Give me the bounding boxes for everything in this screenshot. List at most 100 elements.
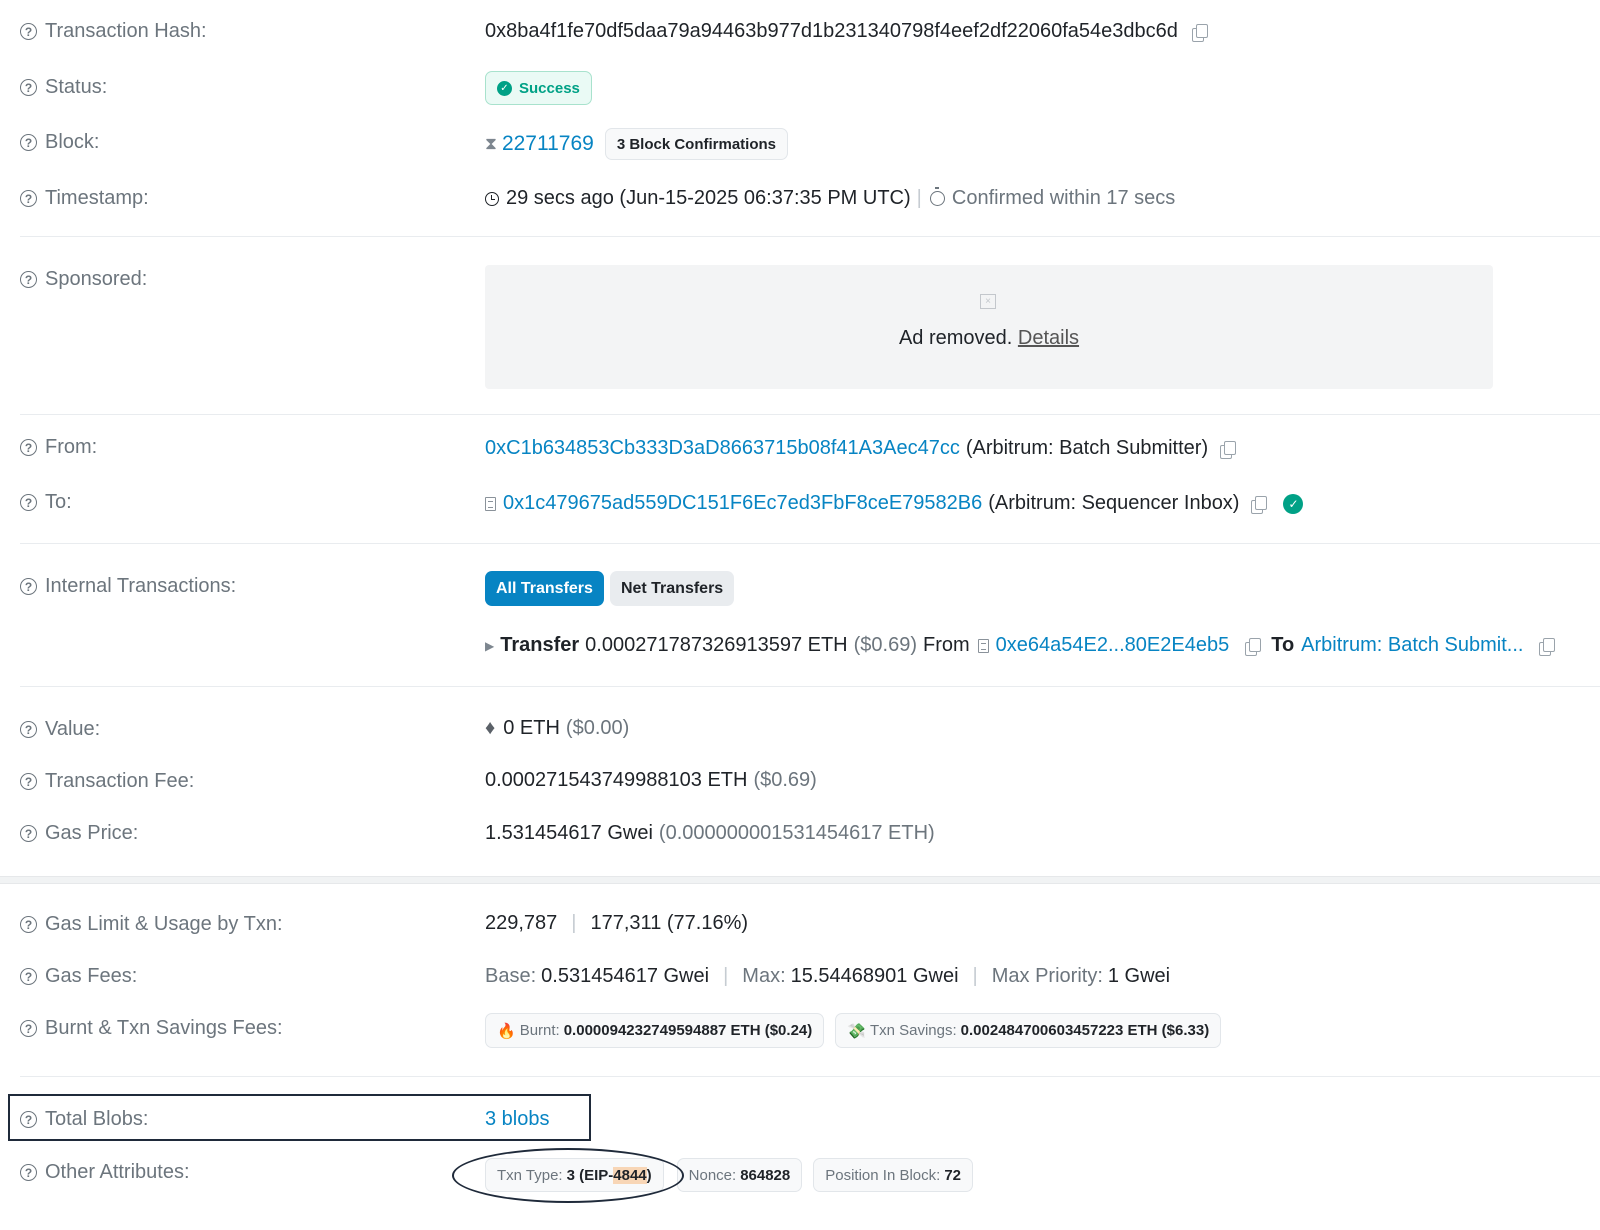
to-label-wrap: ? To: xyxy=(20,491,72,514)
position-val: 72 xyxy=(944,1166,961,1184)
clock-icon xyxy=(485,191,499,206)
highlight-box xyxy=(8,1094,591,1141)
timestamp-confirmed: Confirmed within 17 secs xyxy=(951,187,1176,209)
transfer-to-name-link[interactable]: Arbitrum: Batch Submit... xyxy=(1301,634,1523,657)
transfer-from-word: From xyxy=(923,634,970,656)
timestamp-value-wrap: 29 secs ago (Jun-15-2025 06:37:35 PM UTC… xyxy=(485,187,1175,210)
help-icon[interactable]: ? xyxy=(20,190,37,207)
status-value-wrap: ✓ Success xyxy=(485,71,592,105)
hourglass-icon: ⧗ xyxy=(485,134,497,153)
block-confirmations-badge: 3 Block Confirmations xyxy=(604,128,789,160)
to-label: To: xyxy=(45,491,72,513)
gas-fees-max-key: Max: xyxy=(742,965,786,987)
help-icon[interactable]: ? xyxy=(20,271,37,288)
gas-price-label-wrap: ? Gas Price: xyxy=(20,822,138,845)
ad-removed-text: Ad removed. xyxy=(898,327,1013,349)
from-label-wrap: ? From: xyxy=(20,436,97,459)
value-usd: ($0.00) xyxy=(565,717,630,739)
verified-icon: ✓ xyxy=(1283,493,1304,514)
status-badge: ✓ Success xyxy=(485,71,592,105)
timestamp-separator: | xyxy=(916,187,922,209)
copy-icon[interactable] xyxy=(1539,637,1556,656)
help-icon[interactable]: ? xyxy=(20,578,37,595)
value-value-wrap: ♦ 0 ETH ($0.00) xyxy=(485,717,629,740)
divider xyxy=(20,1076,1600,1077)
gas-price-label: Gas Price: xyxy=(45,822,139,844)
help-icon[interactable]: ? xyxy=(20,23,37,40)
gas-fees-priority-val: 1 Gwei xyxy=(1107,965,1171,987)
gas-limit-label: Gas Limit & Usage by Txn: xyxy=(45,913,283,935)
status-label: Status: xyxy=(45,76,108,98)
help-icon[interactable]: ? xyxy=(20,134,37,151)
internal-tx-label: Internal Transactions: xyxy=(45,575,237,597)
help-icon[interactable]: ? xyxy=(20,1164,37,1181)
ad-details-link[interactable]: Details xyxy=(1018,327,1079,349)
timestamp-label-wrap: ? Timestamp: xyxy=(20,187,149,210)
tab-net-transfers[interactable]: Net Transfers xyxy=(609,571,735,606)
transfer-from-address-link[interactable]: 0xe64a54E2...80E2E4eb5 xyxy=(996,634,1230,657)
burnt-key: Burnt: xyxy=(519,1022,560,1039)
gas-fees-max-val: 15.54468901 Gwei xyxy=(790,965,959,987)
sponsored-label-wrap: ? Sponsored: xyxy=(20,268,147,291)
internal-tx-tabs: All Transfers Net Transfers xyxy=(485,571,735,606)
to-value-wrap: 0x1c479675ad559DC151F6Ec7ed3FbF8ceE79582… xyxy=(485,492,1304,515)
transaction-hash-value-wrap: 0x8ba4f1fe70df5daa79a94463b977d1b2313407… xyxy=(485,20,1208,43)
nonce-badge: Nonce: 864828 xyxy=(676,1158,803,1192)
burnt-savings-label-wrap: ? Burnt & Txn Savings Fees: xyxy=(20,1017,283,1040)
divider xyxy=(20,236,1600,237)
nonce-val: 864828 xyxy=(740,1166,791,1184)
tab-all-transfers[interactable]: All Transfers xyxy=(485,571,604,606)
caret-right-icon[interactable]: ▶ xyxy=(485,639,494,653)
position-key: Position In Block: xyxy=(825,1166,941,1184)
burnt-savings-value-wrap: 🔥 Burnt: 0.000094232749594887 ETH ($0.24… xyxy=(485,1013,1222,1048)
timestamp-value: 29 secs ago (Jun-15-2025 06:37:35 PM UTC… xyxy=(506,187,911,209)
savings-key: Txn Savings: xyxy=(869,1022,957,1039)
transaction-fee-value-wrap: 0.000271543749988103 ETH ($0.69) xyxy=(485,769,817,792)
from-address-link[interactable]: 0xC1b634853Cb333D3aD8663715b08f41A3Aec47… xyxy=(485,437,960,460)
to-address-link[interactable]: 0x1c479675ad559DC151F6Ec7ed3FbF8ceE79582… xyxy=(503,492,982,515)
gas-fees-value-wrap: Base: 0.531454617 Gwei | Max: 15.5446890… xyxy=(485,965,1170,988)
transaction-hash-label: Transaction Hash: xyxy=(45,20,207,42)
contract-doc-icon xyxy=(977,638,989,653)
help-icon[interactable]: ? xyxy=(20,494,37,511)
value-eth: 0 ETH xyxy=(503,717,560,739)
position-badge: Position In Block: 72 xyxy=(813,1158,973,1192)
help-icon[interactable]: ? xyxy=(20,721,37,738)
sponsored-label: Sponsored: xyxy=(45,268,148,290)
block-value-wrap: ⧗ 22711769 3 Block Confirmations xyxy=(485,128,789,160)
block-number-link[interactable]: 22711769 xyxy=(502,132,594,156)
transaction-fee-label: Transaction Fee: xyxy=(45,770,195,792)
help-icon[interactable]: ? xyxy=(20,916,37,933)
block-label-wrap: ? Block: xyxy=(20,131,99,154)
burnt-badge: 🔥 Burnt: 0.000094232749594887 ETH ($0.24… xyxy=(485,1013,825,1048)
value-label: Value: xyxy=(45,718,101,740)
to-name: (Arbitrum: Sequencer Inbox) xyxy=(988,492,1240,514)
savings-badge: 💸 Txn Savings: 0.002484700603457223 ETH … xyxy=(835,1013,1222,1048)
status-text: Success xyxy=(519,79,580,97)
from-value-wrap: 0xC1b634853Cb333D3aD8663715b08f41A3Aec47… xyxy=(485,437,1237,460)
help-icon[interactable]: ? xyxy=(20,773,37,790)
divider xyxy=(20,686,1600,687)
internal-transfer-line: ▶ Transfer 0.000271787326913597 ETH ($0.… xyxy=(485,634,1556,657)
help-icon[interactable]: ? xyxy=(20,79,37,96)
copy-icon[interactable] xyxy=(1251,495,1268,514)
copy-icon[interactable] xyxy=(1220,440,1237,459)
gas-price-value-wrap: 1.531454617 Gwei (0.000000001531454617 E… xyxy=(485,822,935,845)
copy-icon[interactable] xyxy=(1191,23,1208,42)
ethereum-icon: ♦ xyxy=(485,717,496,739)
fire-icon: 🔥 xyxy=(497,1022,516,1040)
from-label: From: xyxy=(45,436,98,458)
block-label: Block: xyxy=(45,131,100,153)
help-icon[interactable]: ? xyxy=(20,1020,37,1037)
gas-fees-separator: | xyxy=(972,965,978,987)
gas-fees-label: Gas Fees: xyxy=(45,965,138,987)
copy-icon[interactable] xyxy=(1245,637,1262,656)
gas-limit-value-wrap: 229,787 | 177,311 (77.16%) xyxy=(485,912,748,935)
help-icon[interactable]: ? xyxy=(20,968,37,985)
help-icon[interactable]: ? xyxy=(20,825,37,842)
help-icon[interactable]: ? xyxy=(20,439,37,456)
gas-limit-label-wrap: ? Gas Limit & Usage by Txn: xyxy=(20,913,283,936)
transfer-usd: ($0.69) xyxy=(853,634,917,656)
status-label-wrap: ? Status: xyxy=(20,76,107,99)
gas-limit-separator: | xyxy=(571,912,577,934)
